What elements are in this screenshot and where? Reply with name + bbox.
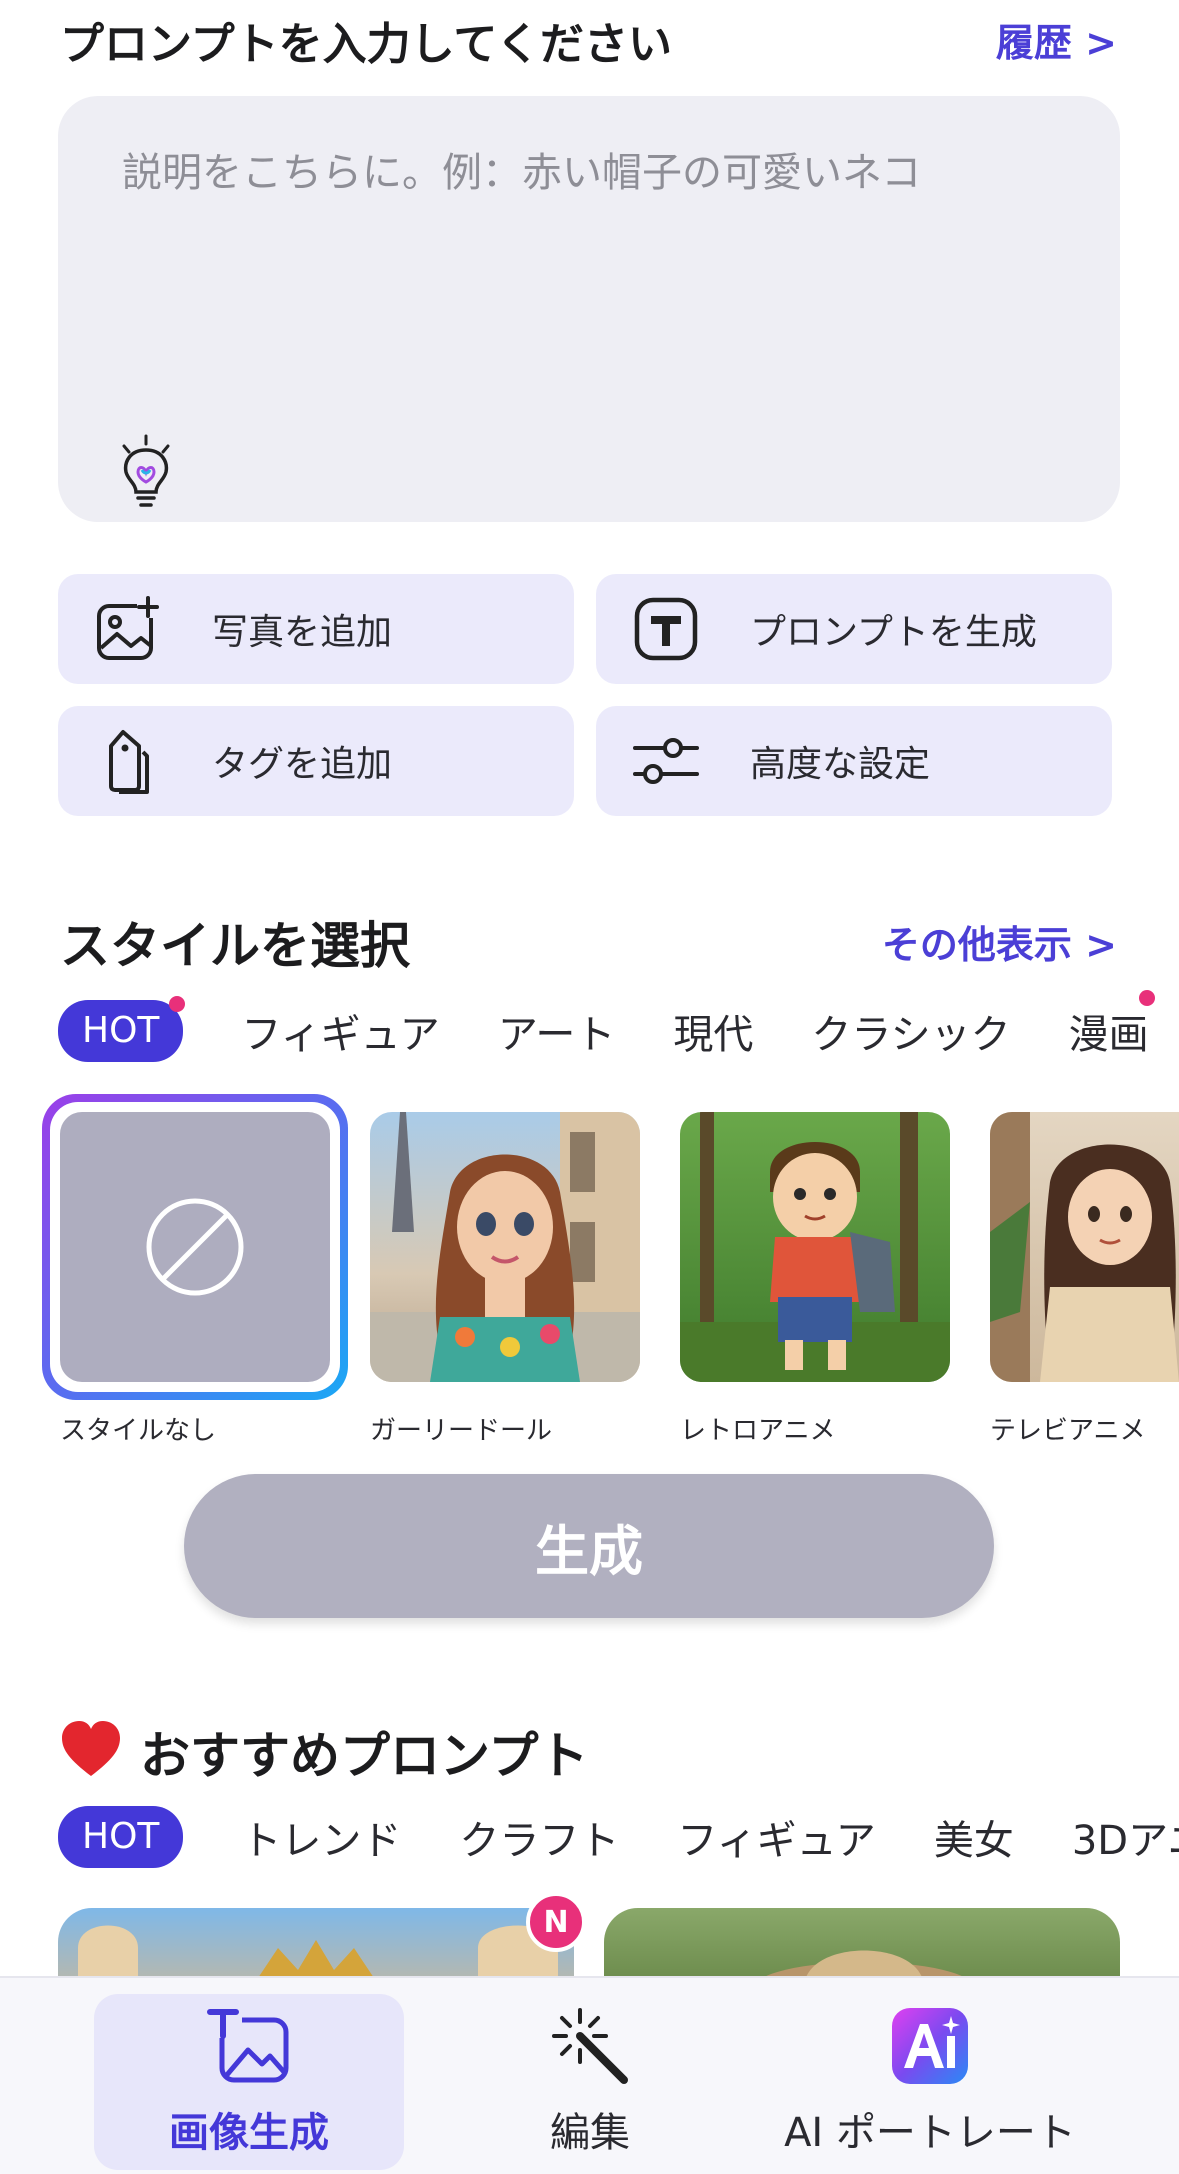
- prompt-placeholder: 説明をこちらに。例：赤い帽子の可愛いネコ: [122, 150, 922, 196]
- history-link[interactable]: 履歴 >: [996, 12, 1117, 67]
- add-photo-icon: [90, 591, 166, 667]
- style-tabs: HOT フィギュア アート 現代 クラシック 漫画: [58, 990, 1179, 1062]
- rec-tab-figure[interactable]: フィギュア: [677, 1808, 875, 1866]
- nav-edit[interactable]: 編集: [480, 1994, 700, 2170]
- tv-anime-thumbnail: [990, 1112, 1179, 1382]
- advanced-settings-button[interactable]: 高度な設定: [596, 706, 1112, 816]
- rec-tab-3d-anime[interactable]: 3Dアニ: [1072, 1808, 1179, 1866]
- style-section-title: スタイルを選択: [60, 917, 410, 975]
- add-tag-button[interactable]: タグを追加: [58, 706, 574, 816]
- rec-tab-hot[interactable]: HOT: [58, 1806, 184, 1868]
- add-photo-label: 写真を追加: [212, 612, 393, 653]
- show-more-link[interactable]: その他表示 >: [882, 914, 1117, 969]
- generate-prompt-label: プロンプトを生成: [750, 612, 1037, 653]
- style-card-retro-anime[interactable]: [680, 1112, 950, 1382]
- recommended-title: おすすめプロンプト: [140, 1727, 589, 1785]
- rec-tab-trend[interactable]: トレンド: [241, 1808, 401, 1866]
- tag-icon: [90, 723, 166, 799]
- style-tab-art[interactable]: アート: [498, 1002, 616, 1060]
- advanced-settings-label: 高度な設定: [750, 744, 931, 785]
- bottom-nav: 画像生成 編集 AI ポートレート: [0, 1976, 1179, 2174]
- style-tab-manga[interactable]: 漫画: [1068, 990, 1155, 1060]
- nav-image-generate[interactable]: 画像生成: [94, 1994, 404, 2170]
- style-tab-classic[interactable]: クラシック: [811, 1002, 1010, 1060]
- prompt-input[interactable]: 説明をこちらに。例：赤い帽子の可愛いネコ: [58, 96, 1120, 522]
- text-t-icon: [628, 591, 704, 667]
- recommended-tabs: HOT トレンド クラフト フィギュア 美女 3Dアニ: [58, 1806, 1179, 1868]
- generate-button[interactable]: 生成: [184, 1474, 994, 1618]
- no-style-icon: [146, 1198, 244, 1296]
- lightbulb-icon[interactable]: [114, 434, 178, 510]
- nav-edit-label: 編集: [550, 2110, 630, 2156]
- nav-image-generate-label: 画像生成: [169, 2110, 329, 2156]
- nav-ai-portrait-label: AI ポートレート: [784, 2110, 1076, 2156]
- style-card-label: レトロアニメ: [680, 1416, 836, 1446]
- image-generate-icon: [204, 2006, 294, 2086]
- add-tag-label: タグを追加: [212, 744, 393, 785]
- style-card-label: テレビアニメ: [990, 1416, 1146, 1446]
- style-card-none[interactable]: [60, 1112, 330, 1382]
- style-card-girly-doll[interactable]: [370, 1112, 640, 1382]
- generate-prompt-button[interactable]: プロンプトを生成: [596, 574, 1112, 684]
- girly-doll-thumbnail: [370, 1112, 640, 1382]
- style-tab-hot[interactable]: HOT: [58, 996, 186, 1062]
- retro-anime-thumbnail: [680, 1112, 950, 1382]
- style-tab-figure[interactable]: フィギュア: [241, 1002, 439, 1060]
- sliders-icon: [628, 723, 704, 799]
- page-title: プロンプトを入力してください: [60, 19, 673, 70]
- style-tab-hot-label: HOT: [82, 1010, 160, 1051]
- new-badge: N: [526, 1892, 586, 1952]
- style-card-label: スタイルなし: [60, 1416, 217, 1446]
- style-card-label: ガーリードール: [370, 1416, 553, 1446]
- style-tab-modern[interactable]: 現代: [673, 1002, 753, 1060]
- ai-portrait-icon: [890, 2006, 970, 2086]
- heart-icon: [58, 1716, 124, 1782]
- notification-dot: [169, 996, 186, 1012]
- style-tab-manga-label: 漫画: [1068, 1012, 1149, 1058]
- magic-wand-icon: [550, 2006, 630, 2086]
- rec-tab-craft[interactable]: クラフト: [459, 1808, 619, 1866]
- nav-ai-portrait[interactable]: AI ポートレート: [780, 1994, 1080, 2170]
- style-card-tv-anime[interactable]: [990, 1112, 1179, 1382]
- notification-dot: [1138, 990, 1155, 1006]
- add-photo-button[interactable]: 写真を追加: [58, 574, 574, 684]
- rec-tab-beauty[interactable]: 美女: [934, 1808, 1014, 1866]
